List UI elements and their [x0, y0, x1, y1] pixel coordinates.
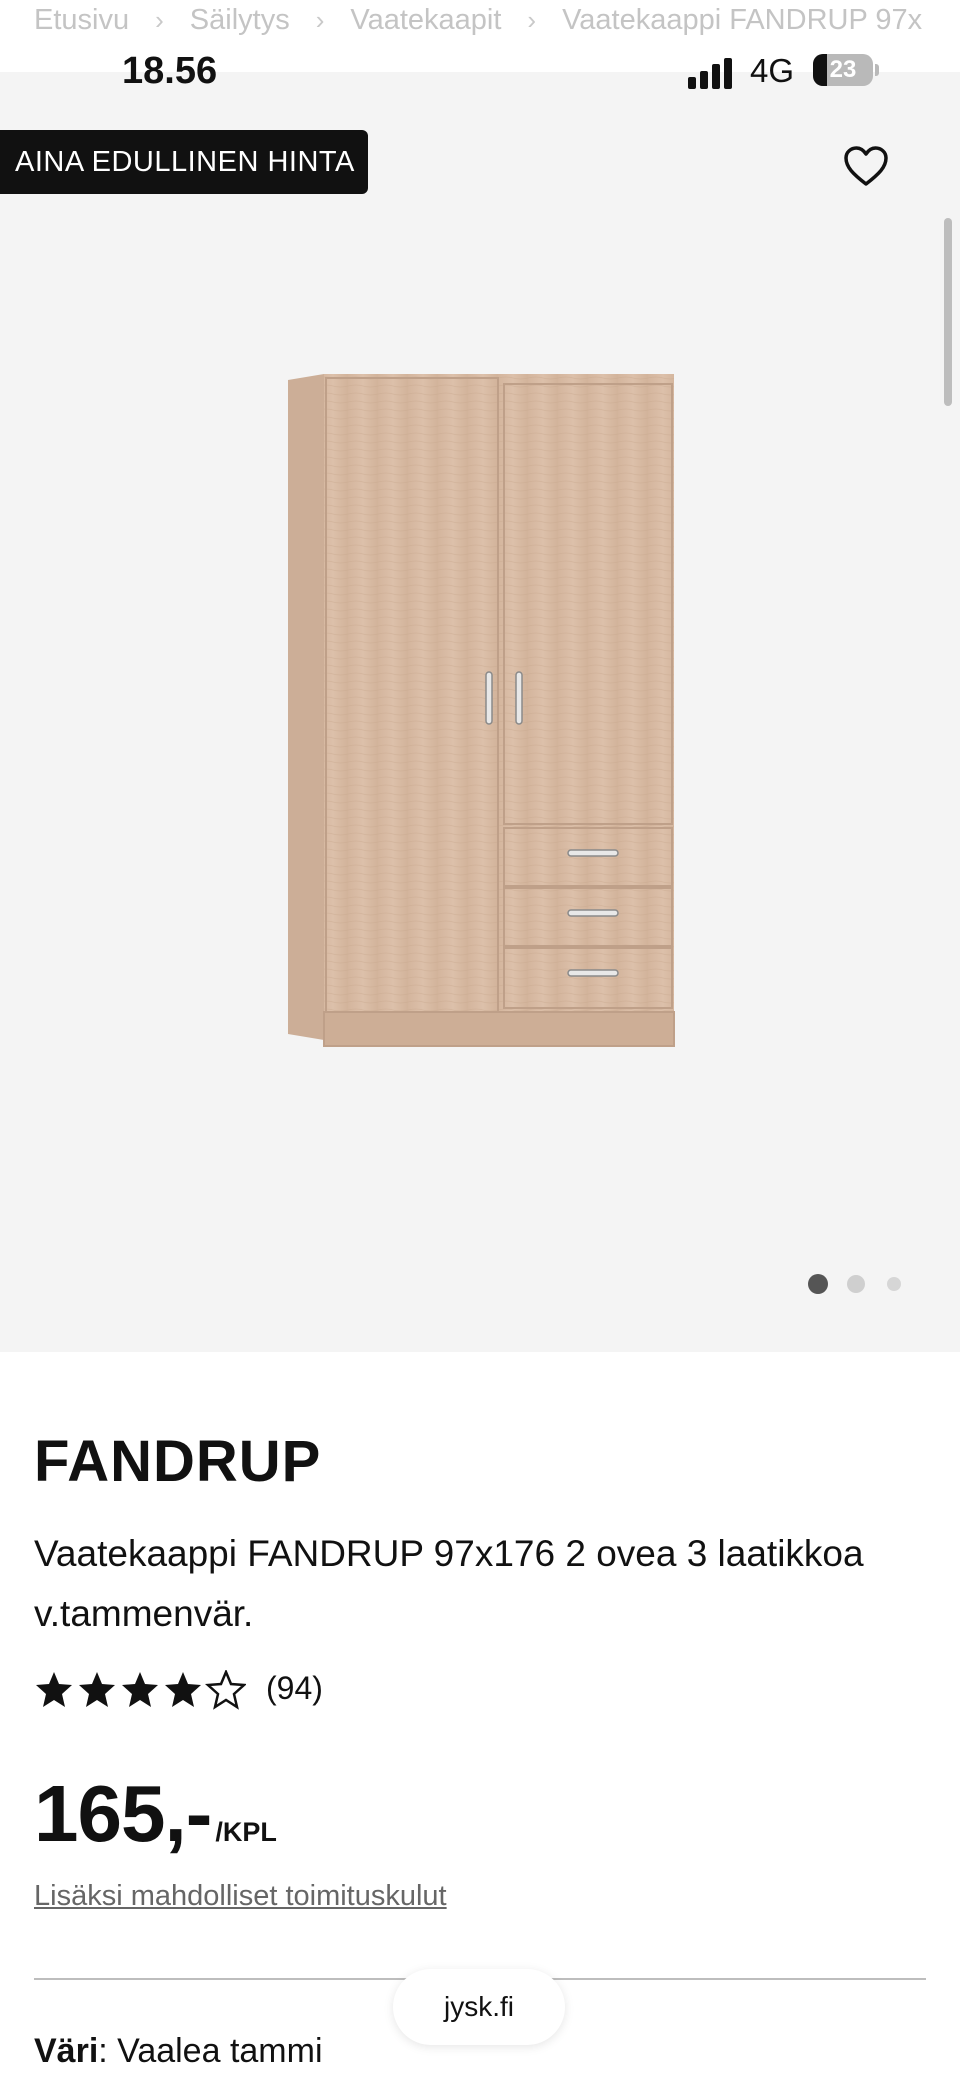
- scrollbar[interactable]: [944, 218, 952, 406]
- color-label: Väri: [34, 2032, 99, 2070]
- shipping-link[interactable]: Lisäksi mahdolliset toimituskulut: [34, 1880, 447, 1913]
- product-image[interactable]: [288, 374, 678, 1048]
- price-value: 165,-: [34, 1769, 212, 1858]
- price-badge: AINA EDULLINEN HINTA: [0, 130, 368, 194]
- breadcrumb-item-wardrobes[interactable]: Vaatekaapit: [350, 4, 501, 37]
- chevron-right-icon: ›: [527, 4, 537, 35]
- product-brand: FANDRUP: [34, 1429, 322, 1494]
- product-description: Vaatekaappi FANDRUP 97x176 2 ovea 3 laat…: [34, 1533, 864, 1634]
- network-type: 4G: [750, 52, 795, 89]
- breadcrumb: Etusivu › Säilytys › Vaatekaapit › Vaate…: [34, 0, 960, 40]
- price: 165,- /KPL: [34, 1768, 277, 1860]
- breadcrumb-item-current: Vaatekaappi FANDRUP 97x: [562, 3, 923, 36]
- price-unit: /KPL: [215, 1817, 277, 1847]
- battery-tip: [875, 64, 879, 76]
- star-icon: [165, 1672, 201, 1707]
- browser-url-pill[interactable]: jysk.fi: [393, 1969, 565, 2045]
- rating-stars[interactable]: [34, 1670, 246, 1710]
- battery-level: 23: [829, 56, 857, 83]
- color-row: Väri: Vaalea tammi: [34, 2032, 323, 2071]
- breadcrumb-item-storage[interactable]: Säilytys: [190, 4, 290, 37]
- star-icon: [79, 1672, 115, 1707]
- status-time: 18.56: [122, 50, 218, 92]
- star-icon: [36, 1672, 72, 1707]
- chevron-right-icon: ›: [315, 4, 325, 35]
- battery-icon: 23: [813, 54, 873, 86]
- carousel-dot-3[interactable]: [887, 1277, 901, 1291]
- signal-icon: [688, 55, 738, 89]
- heart-icon[interactable]: [843, 145, 889, 187]
- carousel-dot-2[interactable]: [847, 1275, 865, 1293]
- breadcrumb-item-home[interactable]: Etusivu: [34, 4, 129, 37]
- chevron-right-icon: ›: [155, 4, 164, 35]
- star-icon: [122, 1672, 158, 1707]
- review-count[interactable]: (94): [266, 1670, 323, 1707]
- color-value: : Vaalea tammi: [98, 2032, 323, 2070]
- carousel-dot-1[interactable]: [808, 1274, 828, 1294]
- star-outline-icon: [206, 1670, 246, 1709]
